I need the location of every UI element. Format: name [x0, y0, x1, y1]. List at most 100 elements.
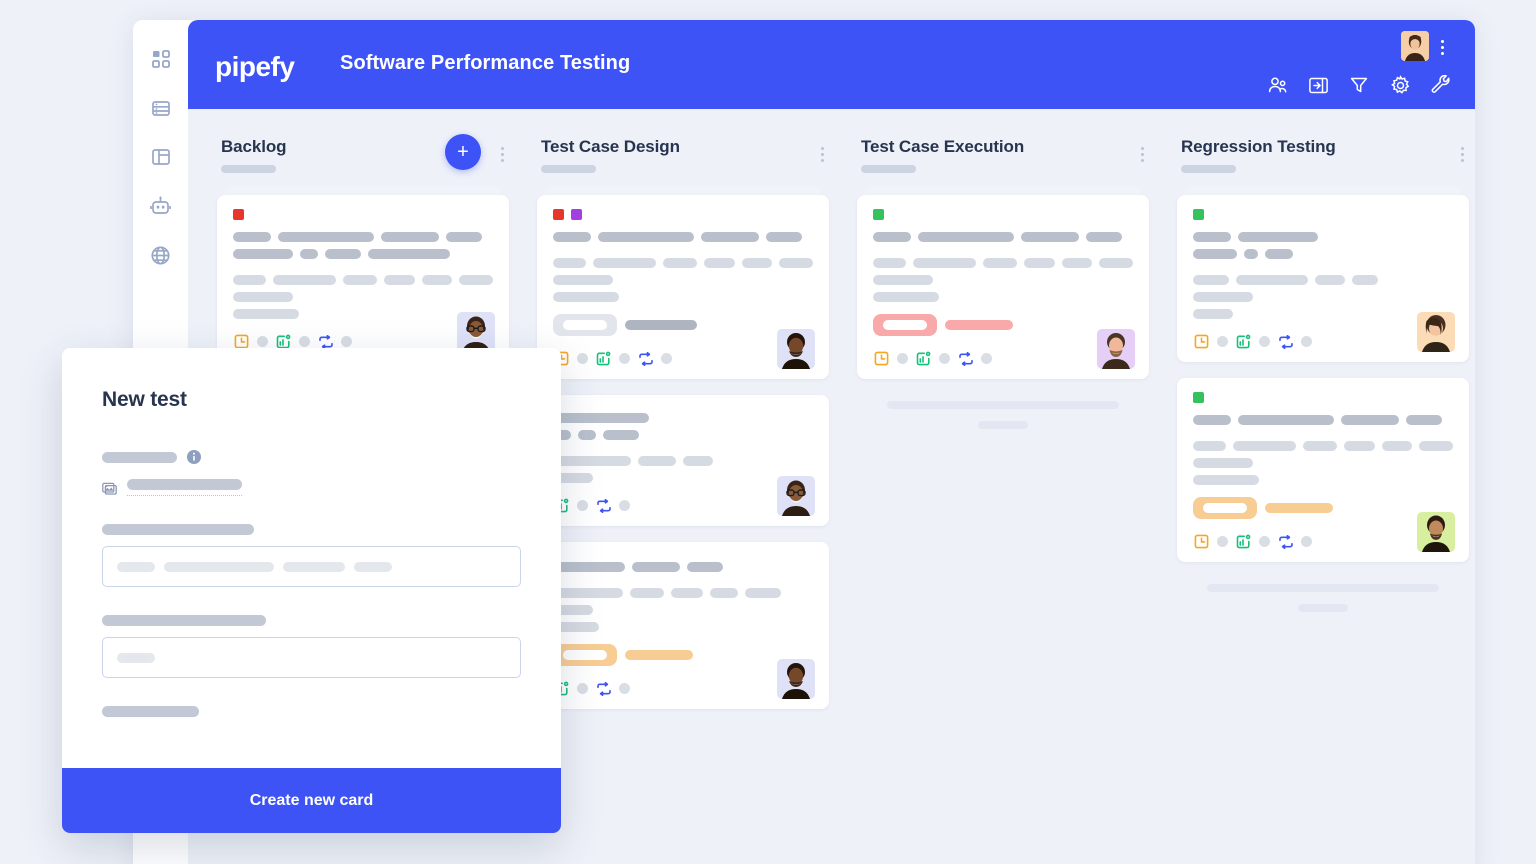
info-icon[interactable] — [187, 450, 201, 464]
card[interactable] — [537, 195, 829, 379]
checklist-icon[interactable] — [1235, 533, 1252, 550]
brand-logo[interactable]: pipefy — [215, 48, 307, 89]
clock-icon[interactable] — [1193, 533, 1210, 550]
due-bar — [945, 320, 1013, 330]
field-label-3 — [102, 615, 266, 626]
repeat-icon[interactable] — [595, 680, 612, 697]
settings-button[interactable] — [1390, 74, 1411, 96]
card-list — [1163, 185, 1475, 612]
checklist-icon[interactable] — [915, 350, 932, 367]
sidebar-item-layout[interactable] — [148, 144, 174, 170]
meta-dot — [1217, 536, 1228, 547]
modal-title: New test — [102, 388, 187, 411]
card[interactable] — [857, 195, 1149, 379]
meta-dot — [897, 353, 908, 364]
card-assignee-avatar[interactable] — [1417, 312, 1455, 352]
repeat-icon[interactable] — [595, 497, 612, 514]
meta-dot — [619, 500, 630, 511]
dot — [1440, 39, 1444, 43]
card-due-badge — [1193, 497, 1453, 519]
screen-root: pipefy Software Performance Testing Back… — [0, 0, 1536, 864]
text-input-2[interactable] — [102, 637, 521, 678]
card[interactable] — [217, 195, 509, 362]
column-load-more[interactable] — [1177, 578, 1469, 612]
card-assignee-avatar[interactable] — [457, 312, 495, 352]
more-placeholder-bar — [1298, 604, 1348, 612]
checklist-icon[interactable] — [1235, 333, 1252, 350]
filter-button[interactable] — [1349, 75, 1369, 95]
card[interactable] — [537, 395, 829, 526]
sidebar-item-dashboard[interactable] — [148, 46, 174, 72]
sidebar-item-database[interactable] — [148, 95, 174, 121]
import-button[interactable] — [1308, 75, 1328, 95]
create-new-card-button[interactable]: Create new card — [62, 768, 561, 833]
sidebar-item-public-form[interactable] — [148, 242, 174, 268]
card-content — [1193, 232, 1453, 319]
card-labels — [873, 209, 1133, 220]
field-label-4[interactable] — [102, 706, 199, 717]
card[interactable] — [1177, 378, 1469, 562]
clock-icon[interactable] — [1193, 333, 1210, 350]
repeat-icon[interactable] — [637, 350, 654, 367]
card-list — [523, 185, 843, 709]
dot — [1440, 45, 1444, 49]
column-more-button[interactable] — [495, 145, 509, 163]
card-assignee-avatar[interactable] — [777, 476, 815, 516]
meta-dot — [577, 353, 588, 364]
column-subcount — [861, 165, 916, 173]
column-load-more[interactable] — [857, 395, 1149, 429]
card-due-badge — [553, 314, 813, 336]
members-button[interactable] — [1267, 75, 1287, 95]
gear-icon — [1390, 74, 1411, 96]
label-chip — [873, 209, 884, 220]
column-more-button[interactable] — [1455, 145, 1469, 163]
card-footer — [553, 497, 813, 514]
card-assignee-avatar[interactable] — [777, 329, 815, 369]
column-more-button[interactable] — [815, 145, 829, 163]
board-column-regression-testing: Regression Testing — [1163, 125, 1475, 725]
card-assignee-avatar[interactable] — [1417, 512, 1455, 552]
text-input-1[interactable] — [102, 546, 521, 587]
tools-button[interactable] — [1431, 74, 1451, 95]
card[interactable] — [537, 542, 829, 709]
meta-dot — [1259, 536, 1270, 547]
card-due-badge — [553, 644, 813, 666]
header-more-button[interactable] — [1434, 37, 1450, 57]
meta-dot — [619, 353, 630, 364]
avatar[interactable] — [1401, 31, 1429, 61]
sidebar-item-automation[interactable] — [148, 193, 174, 219]
checklist-icon[interactable] — [595, 350, 612, 367]
repeat-icon[interactable] — [1277, 333, 1294, 350]
repeat-icon[interactable] — [957, 350, 974, 367]
dot — [1440, 51, 1444, 55]
meta-dot — [981, 353, 992, 364]
card-stack-top — [545, 185, 821, 195]
board-column-test-case-design: Test Case Design — [523, 125, 843, 725]
add-card-button[interactable]: + — [445, 134, 481, 170]
column-subcount — [1181, 165, 1236, 173]
card-content — [1193, 415, 1453, 485]
due-pill — [553, 644, 617, 666]
card-content — [873, 232, 1133, 302]
more-placeholder-bar — [1207, 584, 1439, 592]
svg-text:pipefy: pipefy — [215, 51, 295, 82]
clock-icon[interactable] — [873, 350, 890, 367]
card-labels — [233, 209, 493, 220]
card-assignee-avatar[interactable] — [1097, 329, 1135, 369]
card-stack-top — [865, 185, 1141, 195]
meta-dot — [257, 336, 268, 347]
input-placeholder-bar — [354, 561, 392, 572]
card-footer — [553, 350, 813, 367]
card-content — [553, 413, 813, 483]
card-assignee-avatar[interactable] — [777, 659, 815, 699]
card-list — [843, 185, 1163, 429]
card-footer — [1193, 533, 1453, 550]
board-column-test-case-execution: Test Case Execution — [843, 125, 1163, 725]
repeat-icon[interactable] — [1277, 533, 1294, 550]
input-placeholder-bar — [117, 652, 155, 663]
card[interactable] — [1177, 195, 1469, 362]
meta-dot — [1301, 336, 1312, 347]
card-content — [553, 232, 813, 302]
column-more-button[interactable] — [1135, 145, 1149, 163]
modal-title-field[interactable] — [102, 479, 521, 496]
